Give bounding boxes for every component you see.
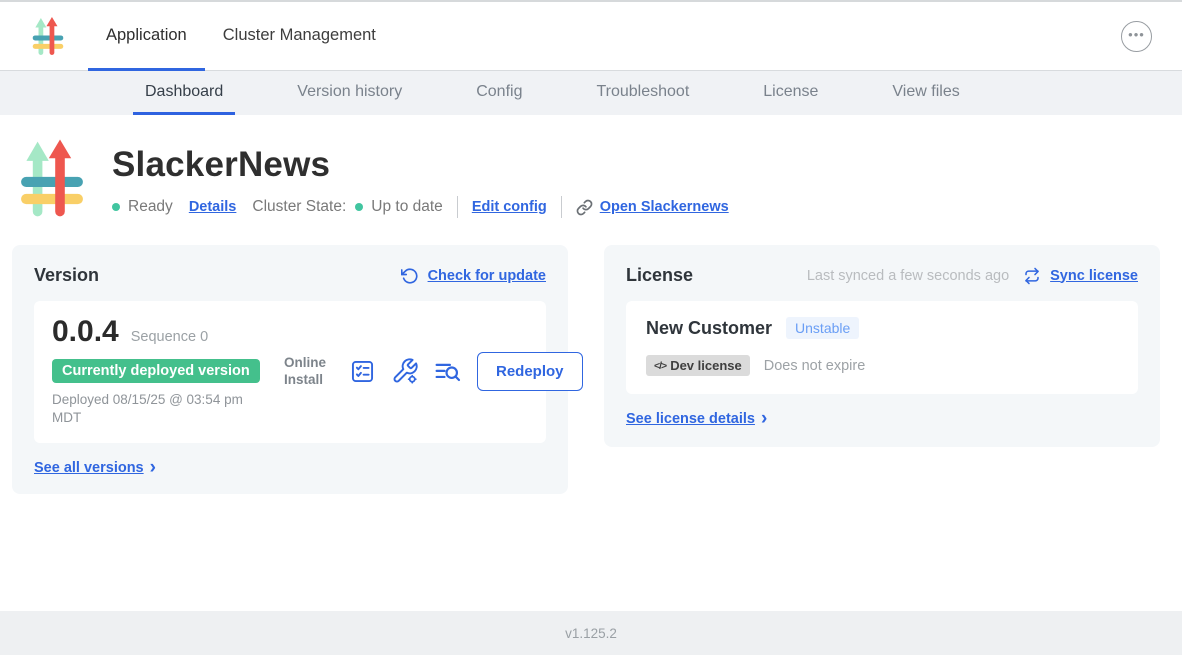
check-for-update-link[interactable]: Check for update [428, 268, 546, 284]
overflow-menu-button[interactable]: ••• [1121, 21, 1152, 52]
edit-config-link[interactable]: Edit config [472, 199, 547, 215]
top-navbar: Application Cluster Management ••• [0, 2, 1182, 71]
install-type-label: Online Install [284, 354, 336, 389]
cluster-state-label: Cluster State: [252, 198, 346, 216]
license-detail-panel: New Customer Unstable </> Dev license Do… [626, 301, 1138, 394]
slackernews-logo-large [20, 139, 84, 219]
chevron-right-icon: › [761, 412, 767, 426]
status-details-link[interactable]: Details [189, 199, 237, 215]
cluster-state-dot [355, 203, 363, 211]
subtab-dashboard-label: Dashboard [145, 83, 223, 101]
console-version-text: v1.125.2 [565, 626, 617, 641]
tab-cluster-management-label: Cluster Management [223, 26, 376, 45]
app-header: SlackerNews Ready Details Cluster State:… [20, 139, 1182, 219]
deployed-status-badge: Currently deployed version [52, 359, 260, 383]
version-number: 0.0.4 [52, 315, 119, 349]
subtab-license[interactable]: License [751, 71, 830, 115]
license-type-label: Dev license [670, 358, 742, 373]
version-sequence: Sequence 0 [131, 329, 208, 345]
license-expiry-text: Does not expire [764, 358, 866, 374]
console-footer: v1.125.2 [0, 611, 1182, 655]
license-card-title: License [626, 265, 693, 286]
subtab-config[interactable]: Config [464, 71, 534, 115]
page-title: SlackerNews [112, 145, 729, 185]
customer-name: New Customer [646, 318, 772, 339]
app-status-text: Ready [128, 198, 173, 216]
subtab-version-history[interactable]: Version history [285, 71, 414, 115]
subtab-dashboard[interactable]: Dashboard [133, 71, 235, 115]
license-type-badge: </> Dev license [646, 355, 750, 376]
version-card: Version Check for update 0.0.4 Sequence … [12, 245, 568, 494]
divider [457, 196, 458, 218]
app-subnav: Dashboard Version history Config Trouble… [0, 71, 1182, 115]
link-icon [576, 198, 594, 216]
subtab-config-label: Config [476, 83, 522, 101]
dashboard-cards: Version Check for update 0.0.4 Sequence … [12, 245, 1170, 494]
sync-icon [1023, 266, 1042, 285]
deploy-logs-icon[interactable] [433, 357, 462, 386]
redeploy-button[interactable]: Redeploy [477, 352, 583, 391]
see-license-details-link[interactable]: See license details [626, 411, 755, 427]
subtab-troubleshoot-label: Troubleshoot [596, 83, 689, 101]
app-logo-small [0, 2, 88, 70]
deployed-timestamp: Deployed 08/15/25 @ 03:54 pm MDT [52, 391, 257, 427]
ellipsis-icon: ••• [1128, 27, 1145, 42]
divider [561, 196, 562, 218]
chevron-right-icon: › [150, 461, 156, 475]
code-icon: </> [654, 360, 666, 372]
subtab-license-label: License [763, 83, 818, 101]
wrench-gear-config-icon[interactable] [391, 357, 420, 386]
subtab-view-files-label: View files [892, 83, 959, 101]
channel-badge: Unstable [786, 317, 859, 339]
app-status-dot [112, 203, 120, 211]
cluster-state-text: Up to date [371, 198, 443, 216]
subtab-troubleshoot[interactable]: Troubleshoot [584, 71, 701, 115]
app-status-row: Ready Details Cluster State: Up to date … [112, 196, 729, 218]
license-card: License Last synced a few seconds ago Sy… [604, 245, 1160, 447]
tab-cluster-management[interactable]: Cluster Management [205, 2, 394, 71]
preflight-checklist-icon[interactable] [349, 357, 378, 386]
tab-application-label: Application [106, 26, 187, 45]
version-card-title: Version [34, 265, 99, 286]
tab-application[interactable]: Application [88, 2, 205, 71]
slackernews-logo-icon [32, 17, 64, 56]
refresh-icon [401, 266, 420, 285]
see-all-versions-link[interactable]: See all versions [34, 460, 144, 476]
open-app-link[interactable]: Open Slackernews [600, 199, 729, 215]
sync-license-link[interactable]: Sync license [1050, 268, 1138, 284]
subtab-version-history-label: Version history [297, 83, 402, 101]
last-synced-text: Last synced a few seconds ago [807, 268, 1009, 284]
subtab-view-files[interactable]: View files [880, 71, 971, 115]
current-version-panel: 0.0.4 Sequence 0 Currently deployed vers… [34, 301, 546, 443]
